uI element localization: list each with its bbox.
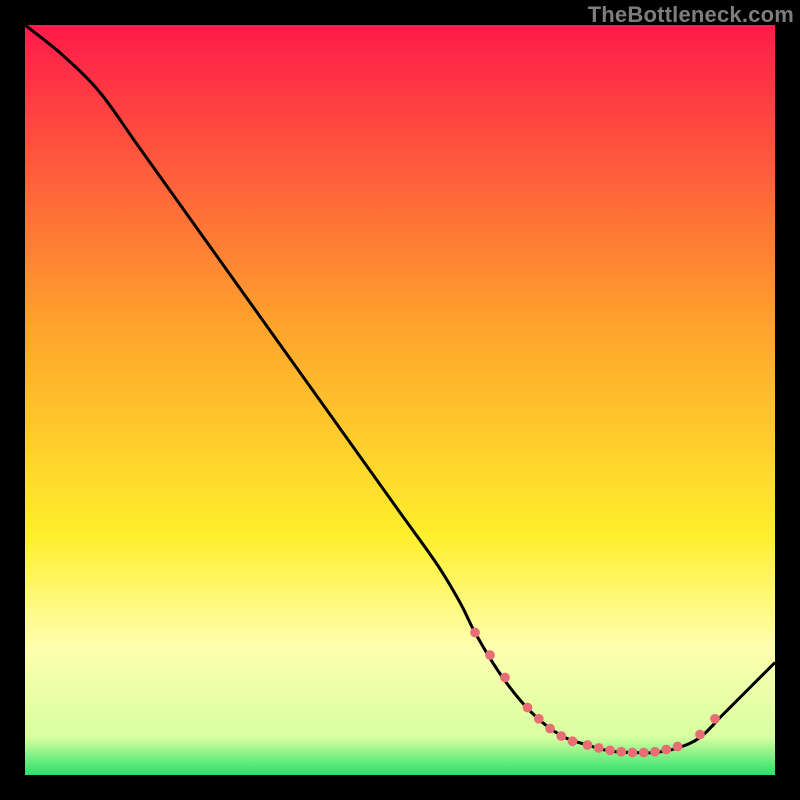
highlight-dot — [710, 714, 720, 724]
highlight-dot — [616, 747, 626, 757]
highlight-dot — [545, 724, 555, 734]
highlight-dot — [568, 736, 578, 746]
highlight-dot — [556, 731, 566, 741]
highlight-dot — [534, 714, 544, 724]
highlight-dot — [500, 673, 510, 683]
highlight-dot — [523, 703, 533, 713]
highlight-dot — [583, 740, 593, 750]
highlight-dots — [470, 628, 720, 758]
highlight-dot — [605, 745, 615, 755]
highlight-dot — [594, 743, 604, 753]
highlight-dot — [650, 747, 660, 757]
highlight-dot — [661, 745, 671, 755]
curve-layer — [25, 25, 775, 775]
plot-area — [25, 25, 775, 775]
chart-stage: TheBottleneck.com — [0, 0, 800, 800]
highlight-dot — [639, 748, 649, 758]
highlight-dot — [485, 650, 495, 660]
highlight-dot — [628, 748, 638, 758]
bottleneck-curve — [25, 25, 775, 753]
highlight-dot — [470, 628, 480, 638]
highlight-dot — [673, 742, 683, 752]
highlight-dot — [695, 730, 705, 740]
